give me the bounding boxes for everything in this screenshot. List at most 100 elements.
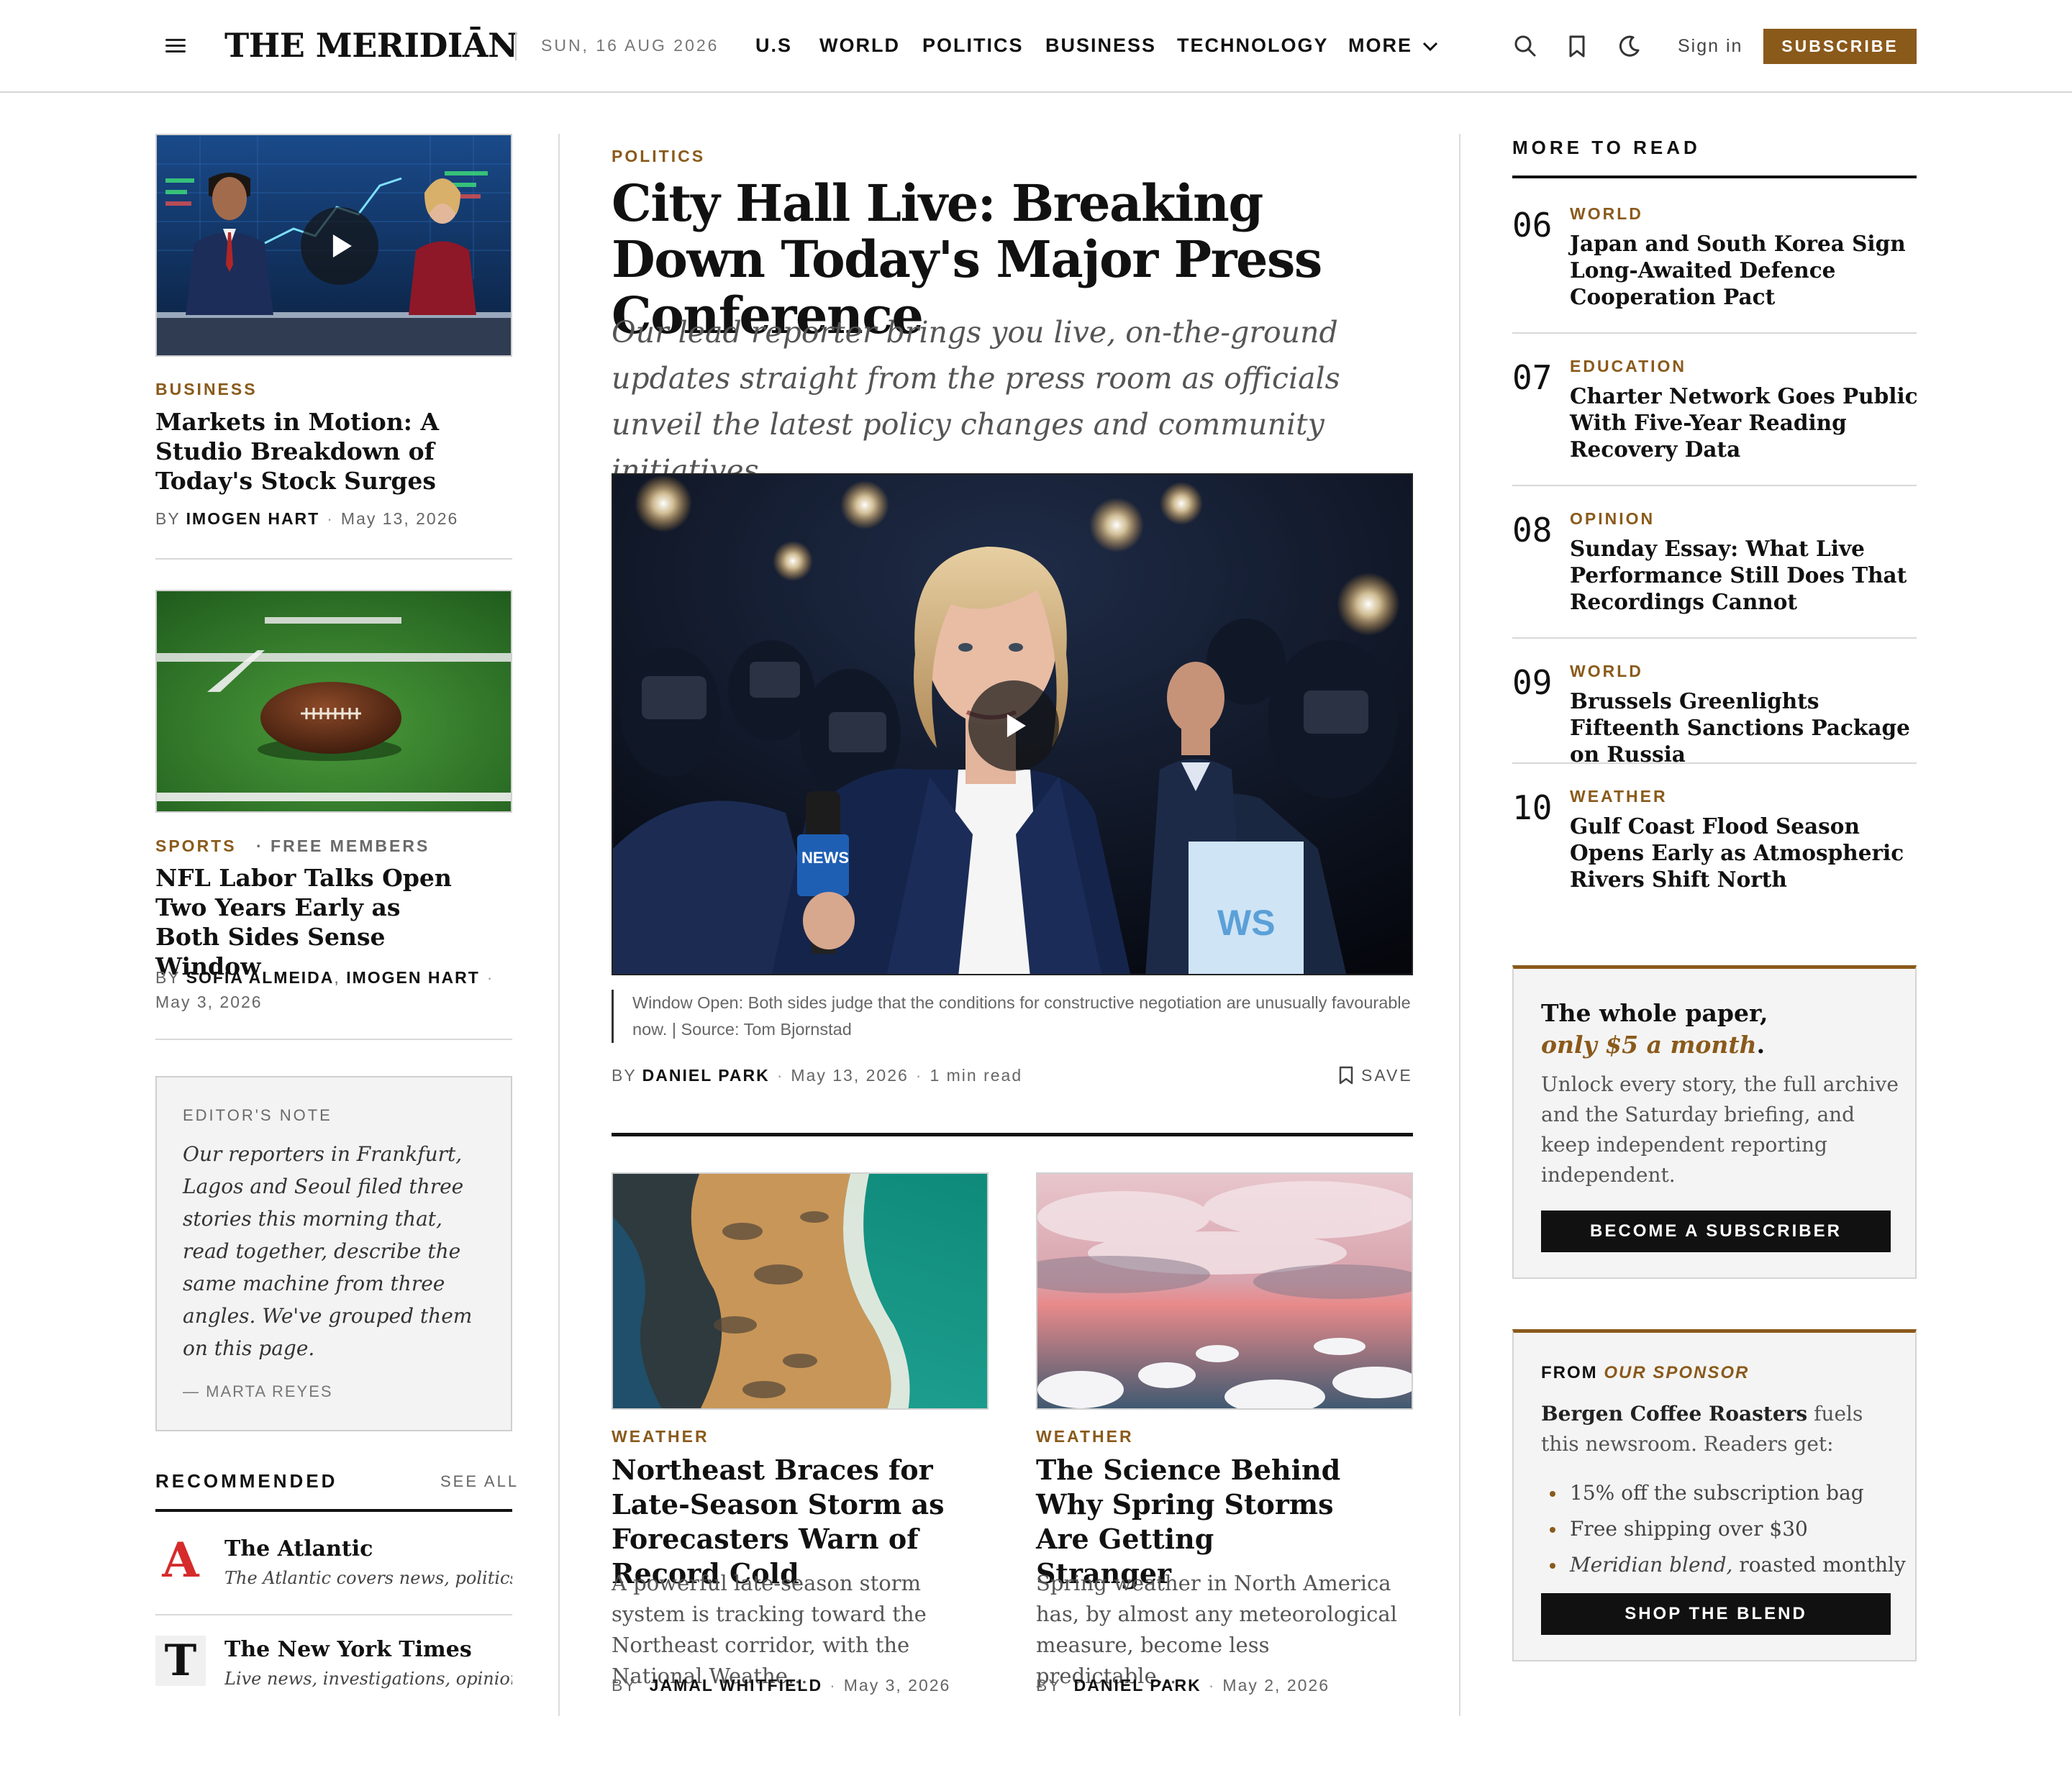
become-subscriber-button[interactable]: BECOME A SUBSCRIBER xyxy=(1541,1211,1891,1252)
divider xyxy=(1512,762,1917,764)
more-to-read-item[interactable]: 07 EDUCATION Charter Network Goes Public… xyxy=(1512,357,1918,465)
subscribe-promo-box: The whole paper, only $5 a month. Unlock … xyxy=(1512,965,1917,1279)
svg-text:WS: WS xyxy=(1217,903,1276,943)
search-icon[interactable] xyxy=(1512,33,1538,59)
bookmark-icon xyxy=(1339,1066,1353,1085)
nav-business[interactable]: BUSINESS xyxy=(1045,35,1156,57)
story-headline[interactable]: Markets in Motion: A Studio Breakdown of… xyxy=(155,407,458,496)
header-divider xyxy=(515,32,517,60)
more-to-read-item[interactable]: 10 WEATHER Gulf Coast Flood Season Opens… xyxy=(1512,787,1917,895)
shop-the-blend-button[interactable]: SHOP THE BLEND xyxy=(1541,1593,1891,1635)
lead-byline: BY DANIEL PARK · May 13, 2026 · 1 min read xyxy=(612,1066,1023,1085)
column-divider-left xyxy=(558,134,560,1716)
author-link[interactable]: IMOGEN HART xyxy=(346,968,480,987)
author-link[interactable]: SOFIA ALMEIDA xyxy=(186,968,335,987)
author-link[interactable]: JAMAL WHITFIELD xyxy=(650,1676,822,1695)
football-on-field-image xyxy=(157,591,511,811)
recommended-item[interactable]: T The New York Times Live news, investig… xyxy=(155,1630,512,1716)
publish-date: May 13, 2026 xyxy=(340,509,459,528)
lead-video[interactable]: WS NEWS xyxy=(612,473,1413,975)
lead-kicker[interactable]: POLITICS xyxy=(612,147,705,166)
card-dek: Spring weather in North America has, by … xyxy=(1036,1571,1397,1688)
recommended-name: The Atlantic xyxy=(224,1536,373,1562)
chevron-down-icon xyxy=(1422,42,1437,51)
play-video-icon[interactable] xyxy=(301,207,378,285)
more-to-read-item[interactable]: 09 WORLD Brussels Greenlights Fifteenth … xyxy=(1512,662,1917,767)
recommended-item[interactable]: A The Atlantic The Atlantic covers news,… xyxy=(155,1529,512,1615)
story-kicker[interactable]: BUSINESS xyxy=(155,380,258,399)
byline-prefix: BY xyxy=(155,968,181,987)
item-headline: Sunday Essay: What Live Performance Stil… xyxy=(1570,536,1907,614)
author-link[interactable]: DANIEL PARK xyxy=(642,1066,770,1085)
more-to-read-rule xyxy=(1512,175,1917,178)
see-all-link[interactable]: SEE ALL xyxy=(440,1472,519,1491)
story-kicker[interactable]: SPORTS · FREE MEMBERS xyxy=(155,836,430,856)
card-kicker[interactable]: WEATHER xyxy=(1036,1427,1134,1446)
nav-more[interactable]: MORE xyxy=(1348,35,1438,57)
read-time: 1 min read xyxy=(930,1066,1023,1085)
item-kicker: EDUCATION xyxy=(1570,357,1687,375)
card-kicker[interactable]: WEATHER xyxy=(612,1427,709,1446)
sign-in-link[interactable]: Sign in xyxy=(1678,36,1742,57)
item-kicker: OPINION xyxy=(1570,509,1655,528)
recommended-desc: The Atlantic covers news, politics, c xyxy=(224,1568,512,1588)
site-logo[interactable]: THE MERIDIĀN xyxy=(224,26,518,65)
perk-item: Meridian blend, roasted monthly xyxy=(1541,1547,1906,1583)
story-thumbnail-football[interactable] xyxy=(155,590,512,813)
play-video-icon[interactable] xyxy=(968,680,1059,771)
card-dek: A powerful late-season storm system is t… xyxy=(612,1571,927,1688)
hamburger-menu-icon[interactable] xyxy=(165,39,186,53)
section-rule xyxy=(612,1133,1413,1136)
dark-mode-moon-icon[interactable] xyxy=(1616,33,1642,59)
sponsor-text: Bergen Coffee Roasters fuels this newsro… xyxy=(1541,1402,1863,1456)
divider xyxy=(155,1614,512,1615)
more-to-read-item[interactable]: 08 OPINION Sunday Essay: What Live Perfo… xyxy=(1512,509,1917,617)
item-headline: Brussels Greenlights Fifteenth Sanctions… xyxy=(1570,688,1910,767)
divider xyxy=(155,1039,512,1040)
item-headline: Gulf Coast Flood Season Opens Early as A… xyxy=(1570,813,1904,892)
story-headline[interactable]: NFL Labor Talks Open Two Years Early as … xyxy=(155,863,458,981)
the-atlantic-logo: A xyxy=(162,1532,199,1588)
aerial-coastline-image xyxy=(613,1174,987,1408)
lead-dek: Our lead reporter brings you live, on-th… xyxy=(612,315,1340,488)
free-members-tag: · FREE MEMBERS xyxy=(255,836,430,855)
nav-world[interactable]: WORLD xyxy=(819,35,900,57)
item-kicker: WORLD xyxy=(1570,204,1643,223)
rank-number: 10 xyxy=(1512,788,1553,827)
card-thumbnail-coast[interactable] xyxy=(612,1172,989,1410)
card-byline: BY JAMAL WHITFIELD · May 3, 2026 xyxy=(612,1676,951,1695)
byline-prefix: BY xyxy=(612,1066,637,1085)
story-byline: BY IMOGEN HART · May 13, 2026 xyxy=(155,509,459,528)
story-thumbnail-markets[interactable] xyxy=(155,134,512,357)
item-kicker: WORLD xyxy=(1570,662,1643,680)
recommended-heading: RECOMMENDED xyxy=(155,1470,338,1492)
lead-image-caption: Window Open: Both sides judge that the c… xyxy=(612,990,1413,1043)
nyt-logo: T xyxy=(155,1636,206,1686)
sponsor-name[interactable]: Bergen Coffee Roasters xyxy=(1541,1402,1807,1426)
item-headline: Japan and South Korea Sign Long-Awaited … xyxy=(1570,231,1906,309)
recommended-rule xyxy=(155,1509,512,1512)
item-headline: Charter Network Goes Public With Five-Ye… xyxy=(1570,383,1918,462)
save-button[interactable]: SAVE xyxy=(1338,1066,1413,1085)
author-link[interactable]: DANIEL PARK xyxy=(1074,1676,1201,1695)
editors-note-text: Our reporters in Frankfurt, Lagos and Se… xyxy=(183,1142,473,1360)
nav-us[interactable]: U.S xyxy=(755,35,792,57)
save-label: SAVE xyxy=(1361,1066,1413,1085)
subscribe-button[interactable]: SUBSCRIBE xyxy=(1763,29,1917,64)
card-thumbnail-clouds[interactable] xyxy=(1036,1172,1413,1410)
card-byline: BY DANIEL PARK · May 2, 2026 xyxy=(1036,1676,1330,1695)
author-link[interactable]: IMOGEN HART xyxy=(186,509,320,528)
editors-note-signature: — MARTA REYES xyxy=(183,1382,333,1400)
recommended-name: The New York Times xyxy=(224,1637,472,1662)
storm-clouds-sky-image xyxy=(1037,1174,1412,1408)
divider xyxy=(1512,485,1917,486)
edition-date: SUN, 16 AUG 2026 xyxy=(541,36,719,55)
rank-number: 06 xyxy=(1512,206,1553,245)
more-to-read-heading: MORE TO READ xyxy=(1512,137,1701,158)
nav-technology[interactable]: TECHNOLOGY xyxy=(1177,35,1329,57)
more-to-read-item[interactable]: 06 WORLD Japan and South Korea Sign Long… xyxy=(1512,204,1917,312)
publish-date: May 2, 2026 xyxy=(1222,1676,1330,1695)
nav-politics[interactable]: POLITICS xyxy=(922,35,1024,57)
perk-item: Free shipping over $30 xyxy=(1541,1511,1906,1547)
bookmark-icon[interactable] xyxy=(1564,33,1590,59)
